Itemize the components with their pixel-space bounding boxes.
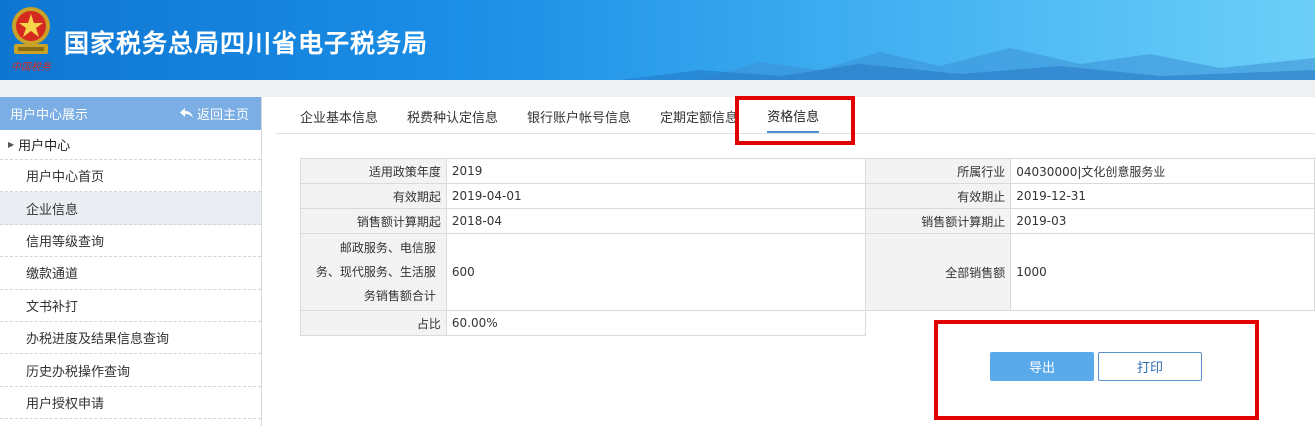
export-button[interactable]: 导出 [990,352,1094,381]
valid-to-label: 有效期止 [865,183,1012,209]
table-row: 销售额计算期起 2018-04 销售额计算期止 2019-03 [300,208,1315,234]
sidebar-item-user-center-home[interactable]: 用户中心首页 [0,160,261,193]
industry-label: 所属行业 [865,158,1012,184]
valid-from-value: 2019-04-01 [445,183,867,209]
service-sales-label-line: 务、现代服务、生活服 [315,265,436,279]
tab-basic-info[interactable]: 企业基本信息 [300,99,378,132]
sidebar-header: 用户中心展示 返回主页 [0,97,261,130]
sidebar-item-credit-rating[interactable]: 信用等级查询 [0,225,261,258]
sidebar-item-label: 文书补打 [26,299,79,315]
svg-text:中国税务: 中国税务 [11,61,52,73]
sidebar-item-label: 企业信息 [26,202,79,218]
print-button[interactable]: 打印 [1098,352,1202,381]
header-divider-strip [0,80,1315,97]
sidebar-title: 用户中心展示 [10,108,89,123]
valid-to-value: 2019-12-31 [1010,183,1315,209]
main-content: 企业基本信息 税费种认定信息 银行账户帐号信息 定期定额信息 资格信息 适用政策… [276,96,1315,426]
total-sales-value: 1000 [1010,233,1315,311]
sidebar-item-label: 历史办税操作查询 [26,364,131,380]
sidebar-item-label: 用户中心首页 [26,170,105,186]
service-sales-value: 600 [445,233,867,311]
tab-fixed-quota[interactable]: 定期定额信息 [660,99,738,132]
back-arrow-icon [179,108,193,118]
industry-value: 04030000|文化创意服务业 [1010,158,1315,184]
caret-right-icon: ▶ [8,140,15,149]
sidebar-item-progress-query[interactable]: 办税进度及结果信息查询 [0,322,261,355]
sidebar-item-company-info[interactable]: 企业信息 [0,192,261,225]
tax-emblem-logo: 中国税务 [6,4,56,78]
tab-tax-type[interactable]: 税费种认定信息 [407,99,498,132]
total-sales-label: 全部销售额 [865,233,1012,311]
sidebar-root-label: 用户中心 [18,139,71,154]
sidebar-root-user-center[interactable]: ▶ 用户中心 [0,130,261,160]
sidebar-item-history-query[interactable]: 历史办税操作查询 [0,354,261,387]
sidebar-item-label: 信用等级查询 [26,234,105,250]
sales-start-value: 2018-04 [445,208,867,234]
policy-year-label: 适用政策年度 [300,158,447,184]
back-home-link[interactable]: 返回主页 [179,104,249,123]
highlight-box-buttons [934,320,1259,420]
sidebar-item-label: 办税进度及结果信息查询 [26,332,170,348]
sidebar-item-label: 缴款通道 [26,267,79,283]
table-row: 邮政服务、电信服 务、现代服务、生活服 务销售额合计 600 全部销售额 100… [300,233,1315,311]
valid-from-label: 有效期起 [300,183,447,209]
sidebar: 用户中心展示 返回主页 ▶ 用户中心 用户中心首页 企业信息 信用等级查询 缴款… [0,97,262,426]
ratio-value: 60.00% [445,310,867,336]
back-home-label: 返回主页 [196,108,249,123]
sales-end-label: 销售额计算期止 [865,208,1012,234]
qualification-table: 适用政策年度 2019 所属行业 04030000|文化创意服务业 有效期起 2… [300,158,1315,336]
service-sales-label-line: 务销售额合计 [363,289,436,303]
tab-bank-account[interactable]: 银行账户帐号信息 [527,99,631,132]
sales-end-value: 2019-03 [1010,208,1315,234]
sidebar-item-payment-channel[interactable]: 缴款通道 [0,257,261,290]
site-title: 国家税务总局四川省电子税务局 [64,29,429,58]
sidebar-item-authorization[interactable]: 用户授权申请 [0,387,261,420]
table-row: 适用政策年度 2019 所属行业 04030000|文化创意服务业 [300,158,1315,184]
table-row: 有效期起 2019-04-01 有效期止 2019-12-31 [300,183,1315,209]
header-banner: 中国税务 国家税务总局四川省电子税务局 [0,0,1315,80]
sales-start-label: 销售额计算期起 [300,208,447,234]
policy-year-value: 2019 [445,158,867,184]
highlight-box-tab [735,96,855,145]
service-sales-label: 邮政服务、电信服 务、现代服务、生活服 务销售额合计 [300,233,447,311]
service-sales-label-line: 邮政服务、电信服 [339,241,436,255]
ratio-label: 占比 [300,310,447,336]
sidebar-item-label: 用户授权申请 [26,396,105,412]
sidebar-item-document-reprint[interactable]: 文书补打 [0,290,261,322]
